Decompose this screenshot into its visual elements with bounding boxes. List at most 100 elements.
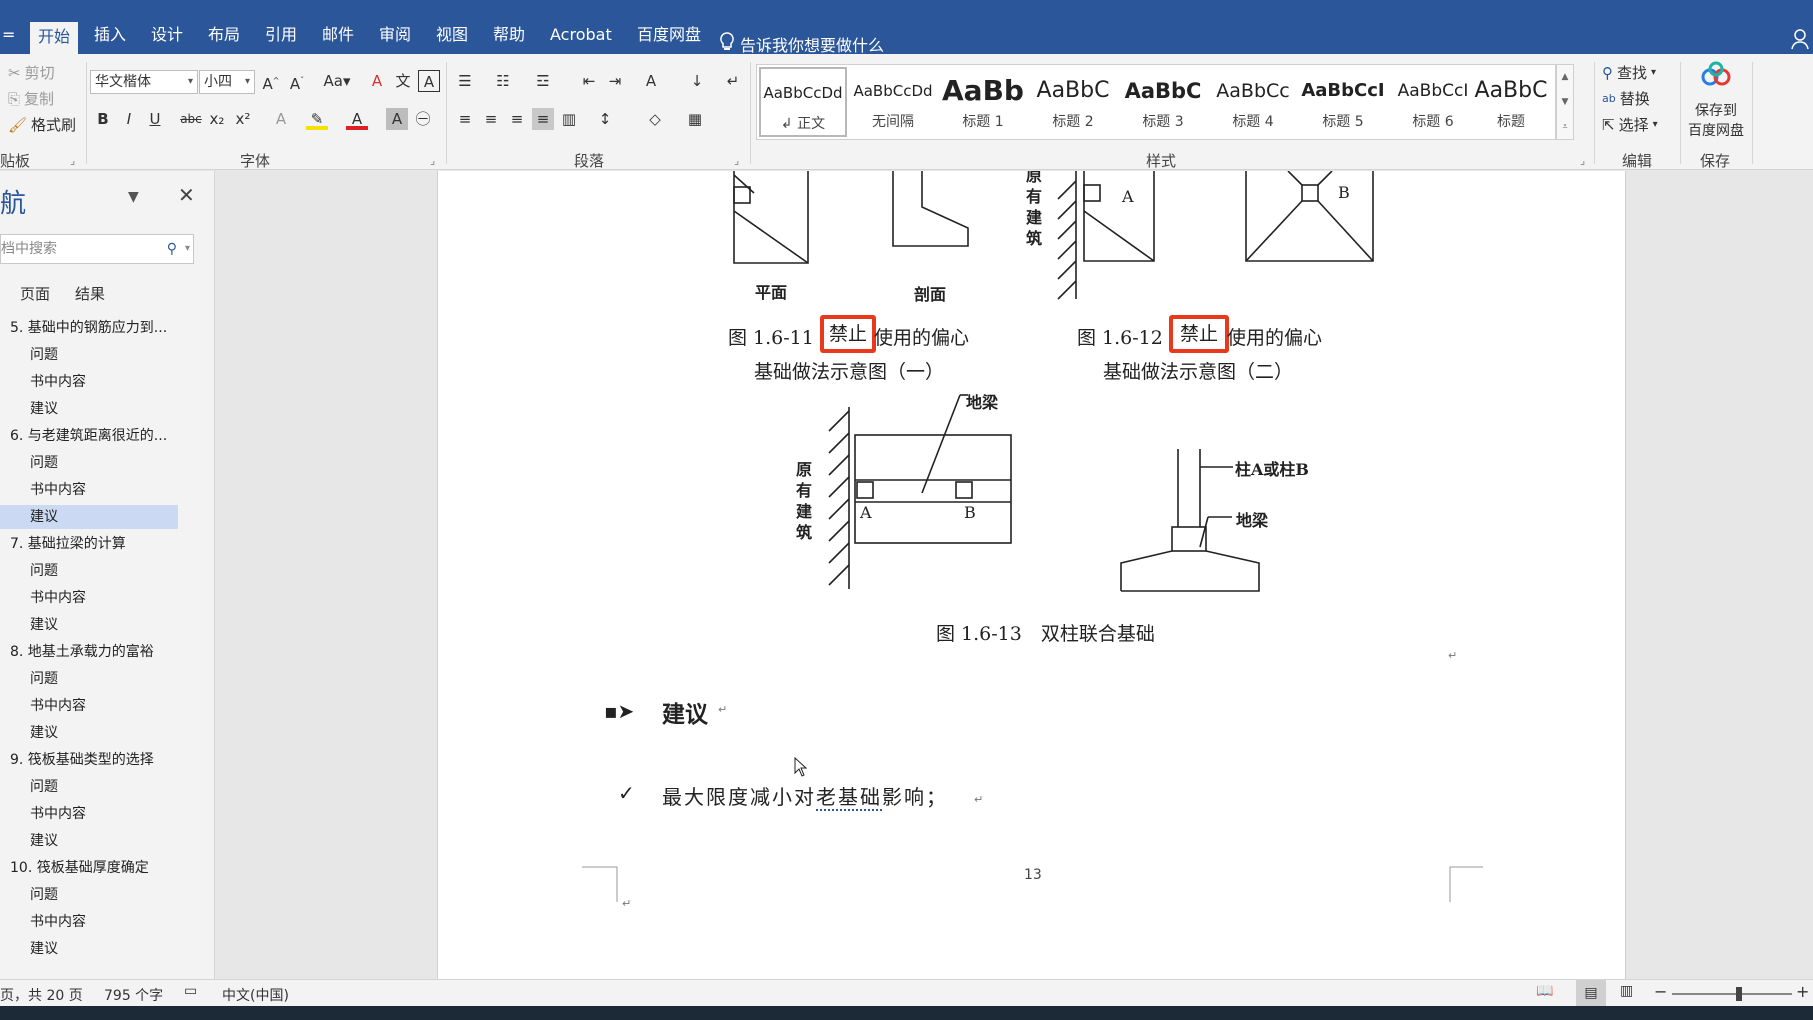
replace-button[interactable]: ab 替换 [1602, 88, 1650, 109]
line-spacing-icon[interactable]: ↕ [594, 108, 616, 130]
change-case-icon[interactable]: Aa▾ [320, 70, 354, 92]
show-marks-icon[interactable]: ↵ [722, 70, 744, 92]
chevron-down-icon[interactable]: ▼ [1557, 90, 1573, 115]
numbering-icon[interactable]: ☷ [492, 70, 514, 92]
nav-item[interactable]: 建议 [0, 505, 178, 529]
save-to-baidu-button[interactable]: 保存到 百度网盘 [1686, 60, 1746, 140]
nav-item[interactable]: 书中内容 [0, 586, 178, 610]
nav-options-chevron-icon[interactable]: ▼ [128, 189, 139, 205]
nav-search-input[interactable]: 档中搜索 ⚲ ▾ [0, 234, 194, 264]
zoom-in-icon[interactable]: + [1796, 982, 1809, 1001]
proofing-icon[interactable]: ▭ [184, 983, 197, 999]
sort-icon[interactable]: ↓ [686, 70, 708, 92]
font-name-combo[interactable]: 华文楷体 ▾ [90, 70, 198, 94]
bold-icon[interactable]: B [92, 108, 114, 130]
close-icon[interactable]: ✕ [178, 183, 195, 207]
print-layout-icon[interactable]: ▤ [1576, 980, 1606, 1006]
more-styles-icon[interactable]: ⩡ [1557, 115, 1573, 139]
nav-item[interactable]: 10. 筏板基础厚度确定 [0, 856, 178, 880]
nav-item[interactable]: 问题 [0, 559, 178, 583]
style-title[interactable]: AaBbC 标题 [1467, 67, 1555, 137]
web-layout-icon[interactable]: ▥ [1620, 983, 1633, 999]
phonetic-guide-icon[interactable]: 文 [392, 70, 414, 92]
character-shading-icon[interactable]: A [386, 108, 408, 130]
file-tab-edge[interactable]: = [0, 20, 23, 50]
underline-icon[interactable]: U [144, 108, 166, 130]
zoom-slider-thumb[interactable] [1736, 987, 1742, 1001]
nav-item[interactable]: 8. 地基土承载力的富裕 [0, 640, 178, 664]
shading-icon[interactable]: ◇ [644, 108, 666, 130]
tell-me-box[interactable]: 告诉我你想要做什么 [720, 32, 884, 56]
word-count[interactable]: 795 个字 [104, 985, 163, 1005]
style-heading-2[interactable]: AaBbC 标题 2 [1029, 67, 1117, 137]
nav-item[interactable]: 6. 与老建筑距离很近的... [0, 424, 178, 448]
chevron-up-icon[interactable]: ▲ [1557, 65, 1573, 90]
tab-layout[interactable]: 布局 [200, 20, 248, 50]
tab-acrobat[interactable]: Acrobat [542, 20, 620, 50]
grow-font-icon[interactable]: A^ [260, 70, 282, 93]
justify-icon[interactable]: ≡ [532, 108, 554, 130]
nav-item[interactable]: 建议 [0, 937, 178, 961]
text-effects-icon[interactable]: A [270, 108, 292, 130]
nav-item[interactable]: 书中内容 [0, 370, 178, 394]
find-button[interactable]: ⚲ 查找 ▾ [1602, 62, 1656, 83]
tab-view[interactable]: 视图 [428, 20, 476, 50]
select-button[interactable]: ⇱ 选择 ▾ [1602, 114, 1658, 135]
strikethrough-icon[interactable]: abc [180, 108, 202, 130]
nav-item[interactable]: 建议 [0, 397, 178, 421]
tab-references[interactable]: 引用 [257, 20, 305, 50]
align-center-icon[interactable]: ≡ [480, 108, 502, 130]
chevron-down-icon[interactable]: ▾ [185, 235, 190, 263]
styles-launcher-icon[interactable]: ⌟ [1580, 154, 1585, 167]
language-indicator[interactable]: 中文(中国) [222, 985, 289, 1005]
shrink-font-icon[interactable]: Aˇ [286, 70, 308, 93]
account-icon[interactable] [1790, 28, 1810, 54]
bullets-icon[interactable]: ☰ [454, 70, 476, 92]
nav-item[interactable]: 9. 筏板基础类型的选择 [0, 748, 178, 772]
italic-icon[interactable]: I [118, 108, 140, 130]
clipboard-launcher-icon[interactable]: ⌟ [70, 154, 75, 167]
tab-mailings[interactable]: 邮件 [314, 20, 362, 50]
nav-item[interactable]: 建议 [0, 721, 178, 745]
font-launcher-icon[interactable]: ⌟ [430, 154, 435, 167]
chinese-layout-icon[interactable]: A [640, 70, 662, 92]
tab-help[interactable]: 帮助 [485, 20, 533, 50]
nav-item[interactable]: 建议 [0, 613, 178, 637]
cut-button[interactable]: ✂ 剪切 [8, 62, 55, 83]
superscript-icon[interactable]: x² [232, 108, 254, 130]
nav-tab-pages[interactable]: 页面 [20, 283, 50, 304]
style-no-spacing[interactable]: AaBbCcDd 无间隔 [849, 67, 937, 137]
nav-item[interactable]: 问题 [0, 775, 178, 799]
tab-baidu-netdisk[interactable]: 百度网盘 [629, 20, 709, 50]
nav-item[interactable]: 书中内容 [0, 478, 178, 502]
tab-design[interactable]: 设计 [143, 20, 191, 50]
nav-item[interactable]: 书中内容 [0, 802, 178, 826]
read-mode-icon[interactable]: 📖 [1536, 983, 1553, 999]
enclose-characters-icon[interactable]: ㊀ [412, 108, 434, 130]
increase-indent-icon[interactable]: ⇥ [604, 70, 626, 92]
page-count[interactable]: 页，共 20 页 [0, 985, 83, 1005]
paragraph-launcher-icon[interactable]: ⌟ [734, 154, 739, 167]
highlight-color-icon[interactable]: ✎ [306, 108, 328, 130]
character-border-icon[interactable]: A [418, 70, 440, 92]
clear-formatting-icon[interactable]: A [366, 70, 388, 92]
font-size-combo[interactable]: 小四 ▾ [199, 70, 255, 94]
nav-item[interactable]: 建议 [0, 829, 178, 853]
nav-item[interactable]: 书中内容 [0, 910, 178, 934]
style-heading-6[interactable]: AaBbCcI 标题 6 [1389, 67, 1477, 137]
zoom-slider[interactable] [1672, 987, 1792, 1001]
search-icon[interactable]: ⚲ [167, 235, 177, 263]
nav-item[interactable]: 问题 [0, 343, 178, 367]
format-painter-button[interactable]: 🖌 格式刷 [8, 114, 76, 135]
nav-tab-results[interactable]: 结果 [75, 283, 105, 304]
font-color-icon[interactable]: A [346, 108, 368, 130]
style-normal[interactable]: AaBbCcDd ↲ 正文 [759, 67, 847, 137]
styles-gallery-scroll[interactable]: ▲ ▼ ⩡ [1556, 64, 1574, 140]
subscript-icon[interactable]: x₂ [206, 108, 228, 130]
nav-item[interactable]: 书中内容 [0, 694, 178, 718]
tab-review[interactable]: 审阅 [371, 20, 419, 50]
style-heading-5[interactable]: AaBbCcI 标题 5 [1299, 67, 1387, 137]
style-heading-3[interactable]: AaBbC 标题 3 [1119, 67, 1207, 137]
tab-home[interactable]: 开始 [30, 22, 79, 54]
decrease-indent-icon[interactable]: ⇤ [578, 70, 600, 92]
